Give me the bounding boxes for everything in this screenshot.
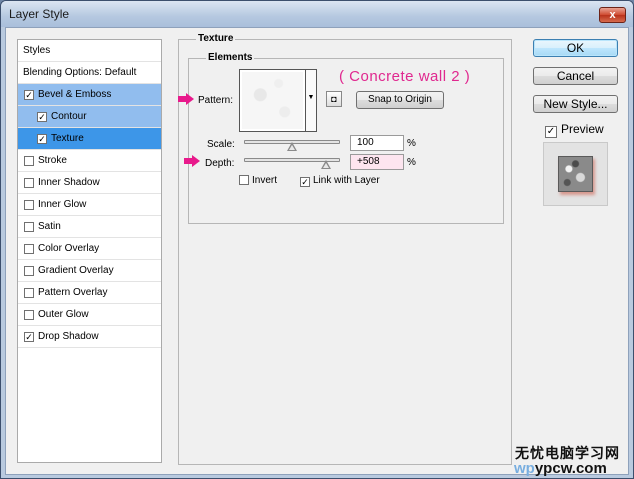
ok-button[interactable]: OK: [533, 39, 618, 57]
styles-item-outer-glow[interactable]: Outer Glow: [18, 304, 161, 326]
preview-thumbnail: [558, 156, 593, 192]
new-preset-icon: ◘: [331, 94, 337, 104]
styles-item-gradient-overlay[interactable]: Gradient Overlay: [18, 260, 161, 282]
styles-item-inner-shadow[interactable]: Inner Shadow: [18, 172, 161, 194]
styles-item-label: Inner Glow: [38, 199, 87, 210]
preview-option[interactable]: ✓ Preview: [545, 122, 604, 138]
styles-item-label: Contour: [51, 111, 87, 122]
bevel-emboss-checkbox[interactable]: ✓: [24, 90, 34, 100]
styles-item-label: Color Overlay: [38, 243, 100, 254]
invert-option[interactable]: Invert: [239, 175, 277, 186]
styles-item-label: Stroke: [38, 155, 67, 166]
depth-label: Depth:: [205, 158, 235, 169]
invert-label: Invert: [252, 175, 278, 186]
elements-group-title: Elements: [206, 52, 255, 63]
styles-item-drop-shadow[interactable]: ✓ Drop Shadow: [18, 326, 161, 348]
pattern-annotation: ( Concrete wall 2 ): [339, 68, 471, 85]
depth-input[interactable]: +508: [350, 154, 404, 170]
texture-checkbox[interactable]: ✓: [37, 134, 47, 144]
cancel-button[interactable]: Cancel: [533, 67, 618, 85]
styles-list-header[interactable]: Styles: [18, 40, 161, 62]
title-bar[interactable]: Layer Style x: [1, 1, 633, 27]
snap-to-origin-button[interactable]: Snap to Origin: [356, 91, 444, 109]
style-preview: [543, 142, 608, 206]
preview-label: Preview: [561, 122, 604, 136]
link-with-layer-label: Link with Layer: [313, 175, 380, 186]
pattern-swatch[interactable]: [239, 69, 306, 132]
pattern-label: Pattern:: [198, 95, 234, 106]
preview-checkbox[interactable]: ✓: [545, 126, 557, 138]
invert-checkbox[interactable]: [239, 175, 249, 185]
new-style-button[interactable]: New Style...: [533, 95, 618, 113]
depth-percent-label: %: [407, 157, 416, 168]
styles-item-label: Bevel & Emboss: [38, 89, 112, 100]
watermark-url: wpypcw.com: [514, 460, 607, 477]
stroke-checkbox[interactable]: [24, 156, 34, 166]
styles-item-label: Outer Glow: [38, 309, 89, 320]
styles-item-pattern-overlay[interactable]: Pattern Overlay: [18, 282, 161, 304]
styles-item-label: Satin: [38, 221, 61, 232]
link-with-layer-checkbox[interactable]: ✓: [300, 177, 310, 187]
dialog-client-area: Styles Blending Options: Default ✓ Bevel &…: [5, 27, 629, 477]
close-button[interactable]: x: [599, 7, 626, 23]
scale-slider-thumb[interactable]: [287, 142, 297, 151]
create-preset-button[interactable]: ◘: [326, 91, 342, 107]
styles-item-label: Texture: [51, 133, 84, 144]
styles-item-label: Blending Options: Default: [23, 67, 137, 78]
triangle-down-icon: ▼: [307, 94, 315, 101]
watermark-url-part2: ypcw.com: [534, 460, 607, 477]
color-overlay-checkbox[interactable]: [24, 244, 34, 254]
concrete-pattern-preview: [242, 72, 303, 129]
styles-item-label: Gradient Overlay: [38, 265, 114, 276]
styles-header-label: Styles: [23, 45, 51, 56]
inner-shadow-checkbox[interactable]: [24, 178, 34, 188]
styles-item-inner-glow[interactable]: Inner Glow: [18, 194, 161, 216]
styles-item-bevel-emboss[interactable]: ✓ Bevel & Emboss: [18, 84, 161, 106]
styles-item-label: Pattern Overlay: [38, 287, 108, 298]
styles-item-label: Drop Shadow: [38, 331, 99, 342]
gradient-overlay-checkbox[interactable]: [24, 266, 34, 276]
scale-percent-label: %: [407, 138, 416, 149]
styles-list: Styles Blending Options: Default ✓ Bevel &…: [17, 39, 162, 463]
inner-glow-checkbox[interactable]: [24, 200, 34, 210]
window-title: Layer Style: [9, 7, 70, 21]
outer-glow-checkbox[interactable]: [24, 310, 34, 320]
satin-checkbox[interactable]: [24, 222, 34, 232]
styles-item-stroke[interactable]: Stroke: [18, 150, 161, 172]
styles-item-color-overlay[interactable]: Color Overlay: [18, 238, 161, 260]
drop-shadow-checkbox[interactable]: ✓: [24, 332, 34, 342]
texture-group-title: Texture: [196, 33, 236, 44]
scale-input[interactable]: 100: [350, 135, 404, 151]
styles-item-texture[interactable]: ✓ Texture: [18, 128, 161, 150]
pattern-overlay-checkbox[interactable]: [24, 288, 34, 298]
watermark-url-part1: wp: [514, 460, 535, 477]
contour-checkbox[interactable]: ✓: [37, 112, 47, 122]
scale-label: Scale:: [207, 139, 235, 150]
depth-slider-thumb[interactable]: [320, 160, 331, 169]
styles-item-blending-options-default[interactable]: Blending Options: Default: [18, 62, 161, 84]
link-with-layer-option[interactable]: ✓ Link with Layer: [300, 175, 380, 187]
pattern-dropdown-button[interactable]: ▼: [306, 69, 317, 132]
styles-item-satin[interactable]: Satin: [18, 216, 161, 238]
layer-style-dialog: Layer Style x Styles Blending Options: D…: [0, 0, 634, 479]
styles-item-label: Inner Shadow: [38, 177, 100, 188]
styles-item-contour[interactable]: ✓ Contour: [18, 106, 161, 128]
